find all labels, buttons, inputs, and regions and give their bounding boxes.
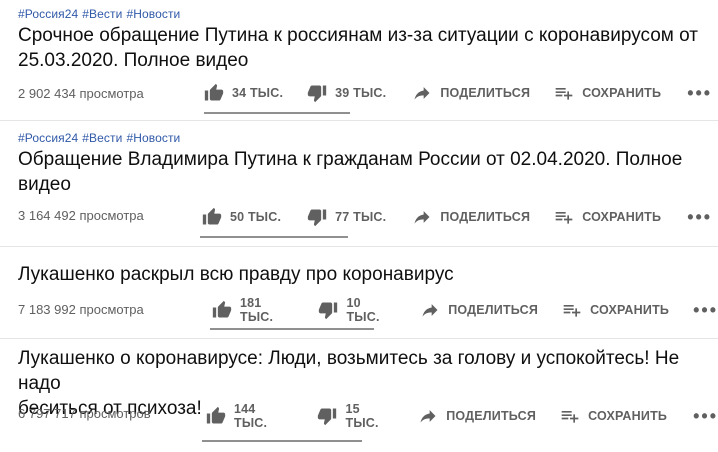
like-button[interactable]: 50 ТЫС. — [202, 207, 281, 227]
share-button[interactable]: ПОДЕЛИТЬСЯ — [412, 207, 530, 227]
sentiment-bar — [200, 236, 348, 238]
share-arrow-icon — [420, 300, 440, 320]
thumb-down-icon — [307, 207, 327, 227]
like-count: 34 ТЫС. — [232, 86, 284, 100]
view-count: 7 183 992 просмотра — [18, 302, 144, 317]
save-label: СОХРАНИТЬ — [582, 86, 662, 100]
share-label: ПОДЕЛИТЬСЯ — [448, 303, 539, 317]
hashtag-link[interactable]: #Новости — [126, 131, 180, 145]
hashtag-link[interactable]: #Россия24 — [18, 7, 78, 21]
thumb-down-icon — [317, 406, 337, 426]
share-label: ПОДЕЛИТЬСЯ — [440, 86, 531, 100]
like-button[interactable]: 34 ТЫС. — [204, 83, 283, 103]
video-title: Обращение Владимира Путина к гражданам Р… — [18, 149, 683, 195]
divider — [0, 246, 718, 247]
share-label: ПОДЕЛИТЬСЯ — [440, 210, 531, 224]
action-bar: 34 ТЫС. 39 ТЫС. ПОДЕЛИТЬСЯ СОХРАНИТЬ ••• — [204, 78, 712, 108]
more-horizontal-icon[interactable]: ••• — [687, 208, 712, 226]
more-horizontal-icon[interactable]: ••• — [693, 301, 718, 319]
sentiment-bar — [204, 112, 350, 114]
hashtag-link[interactable]: #Россия24 — [18, 131, 78, 145]
share-arrow-icon — [418, 406, 438, 426]
thumb-down-icon — [307, 83, 327, 103]
save-button[interactable]: СОХРАНИТЬ — [560, 406, 667, 426]
save-label: СОХРАНИТЬ — [582, 210, 662, 224]
action-bar: 181 ТЫС. 10 ТЫС. ПОДЕЛИТЬСЯ СОХРАНИТЬ ••… — [212, 295, 718, 325]
more-horizontal-icon[interactable]: ••• — [693, 407, 718, 425]
dislike-button[interactable]: 39 ТЫС. — [307, 83, 386, 103]
playlist-add-icon — [554, 83, 574, 103]
playlist-add-icon — [554, 207, 574, 227]
dislike-button[interactable]: 15 ТЫС. — [317, 402, 392, 430]
dislike-count: 39 ТЫС. — [335, 86, 387, 100]
thumb-up-icon — [212, 300, 232, 320]
dislike-count: 10 ТЫС. — [346, 296, 380, 324]
hashtags: #Россия24 #Вести #Новости — [18, 7, 184, 21]
thumb-up-icon — [206, 406, 226, 426]
thumb-up-icon — [204, 83, 224, 103]
video-title: Лукашенко раскрыл всю правду про коронав… — [18, 264, 454, 285]
playlist-add-icon — [562, 300, 582, 320]
share-arrow-icon — [412, 83, 432, 103]
dislike-button[interactable]: 10 ТЫС. — [318, 296, 392, 324]
sentiment-bar — [210, 328, 374, 330]
share-button[interactable]: ПОДЕЛИТЬСЯ — [412, 83, 530, 103]
action-bar: 50 ТЫС. 77 ТЫС. ПОДЕЛИТЬСЯ СОХРАНИТЬ ••• — [202, 202, 712, 232]
share-button[interactable]: ПОДЕЛИТЬСЯ — [420, 300, 538, 320]
view-count: 3 164 492 просмотра — [18, 208, 144, 223]
like-count: 181 ТЫС. — [240, 296, 274, 324]
like-button[interactable]: 181 ТЫС. — [212, 296, 292, 324]
share-button[interactable]: ПОДЕЛИТЬСЯ — [418, 406, 536, 426]
like-count: 50 ТЫС. — [230, 210, 282, 224]
divider — [0, 120, 718, 121]
action-bar: 144 ТЫС. 15 ТЫС. ПОДЕЛИТЬСЯ СОХРАНИТЬ ••… — [206, 401, 718, 431]
thumb-up-icon — [202, 207, 222, 227]
hashtags: #Россия24 #Вести #Новости — [18, 131, 184, 145]
more-horizontal-icon[interactable]: ••• — [687, 84, 712, 102]
video-title: Срочное обращение Путина к россиянам из-… — [18, 25, 698, 71]
save-button[interactable]: СОХРАНИТЬ — [554, 83, 661, 103]
thumb-down-icon — [318, 300, 338, 320]
share-label: ПОДЕЛИТЬСЯ — [446, 409, 537, 423]
hashtag-link[interactable]: #Новости — [126, 7, 180, 21]
dislike-count: 77 ТЫС. — [335, 210, 387, 224]
dislike-button[interactable]: 77 ТЫС. — [307, 207, 386, 227]
divider — [0, 338, 718, 339]
share-arrow-icon — [412, 207, 432, 227]
save-label: СОХРАНИТЬ — [590, 303, 670, 317]
view-count: 6 797 717 просмотров — [18, 406, 151, 421]
playlist-add-icon — [560, 406, 580, 426]
hashtag-link[interactable]: #Вести — [82, 131, 122, 145]
sentiment-bar — [202, 440, 362, 442]
like-button[interactable]: 144 ТЫС. — [206, 402, 287, 430]
save-label: СОХРАНИТЬ — [588, 409, 668, 423]
hashtag-link[interactable]: #Вести — [82, 7, 122, 21]
save-button[interactable]: СОХРАНИТЬ — [554, 207, 661, 227]
view-count: 2 902 434 просмотра — [18, 86, 144, 101]
dislike-count: 15 ТЫС. — [345, 402, 379, 430]
save-button[interactable]: СОХРАНИТЬ — [562, 300, 669, 320]
like-count: 144 ТЫС. — [234, 402, 268, 430]
